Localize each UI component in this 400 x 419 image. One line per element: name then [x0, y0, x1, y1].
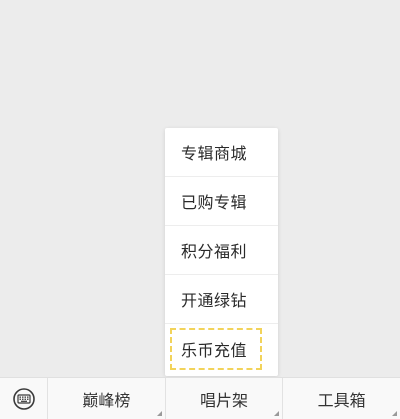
menu-item-purchased-albums[interactable]: 已购专辑 — [165, 177, 278, 226]
menu-item-points-benefits[interactable]: 积分福利 — [165, 226, 278, 275]
submenu-indicator-icon — [274, 411, 280, 416]
submenu-indicator-icon — [156, 411, 162, 416]
bottom-bar: 巅峰榜 唱片架 工具箱 — [0, 377, 400, 419]
submenu-indicator-icon — [392, 411, 398, 416]
menu-item-label: 乐币充值 — [181, 340, 248, 360]
menu-item-label: 专辑商城 — [181, 144, 248, 163]
tab-label: 巅峰榜 — [82, 390, 131, 410]
keyboard-toggle-button[interactable] — [0, 378, 48, 419]
app-screen: 专辑商城 已购专辑 积分福利 开通绿钻 乐币充值 巅峰榜 唱片架 工具箱 — [0, 0, 400, 419]
menu-item-label: 开通绿钻 — [181, 291, 248, 310]
popup-menu: 专辑商城 已购专辑 积分福利 开通绿钻 乐币充值 — [165, 128, 278, 376]
menu-item-album-store[interactable]: 专辑商城 — [165, 128, 278, 177]
tab-label: 工具箱 — [317, 390, 366, 410]
tab-top-charts[interactable]: 巅峰榜 — [48, 378, 165, 419]
menu-item-label: 已购专辑 — [181, 193, 248, 212]
menu-item-open-green-diamond[interactable]: 开通绿钻 — [165, 275, 278, 324]
tab-label: 唱片架 — [200, 390, 249, 410]
menu-item-lebi-recharge[interactable]: 乐币充值 — [165, 324, 278, 373]
tab-record-shelf[interactable]: 唱片架 — [164, 378, 283, 419]
menu-item-label: 积分福利 — [181, 242, 248, 261]
keyboard-icon — [12, 387, 35, 410]
tab-toolbox[interactable]: 工具箱 — [282, 378, 400, 419]
